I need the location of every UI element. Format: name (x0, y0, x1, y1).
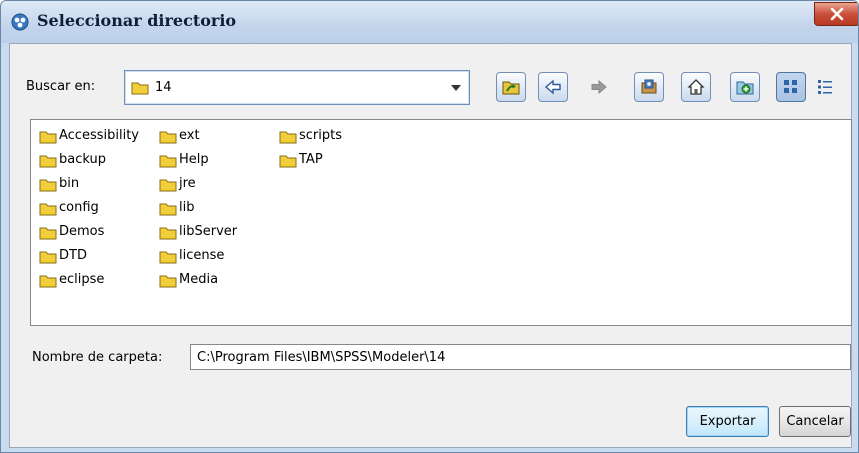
list-item-label: Demos (59, 224, 105, 239)
new-folder-icon (736, 81, 754, 95)
home-icon (687, 79, 705, 95)
forward-button[interactable] (584, 72, 614, 102)
folder-icon (159, 251, 177, 264)
list-item-label: bin (59, 176, 80, 191)
list-item-label: Help (179, 152, 209, 167)
list-item-label: config (59, 200, 99, 215)
window-title: Seleccionar directorio (37, 11, 237, 30)
cancel-button[interactable]: Cancelar (779, 406, 851, 437)
folder-icon (39, 179, 57, 192)
new-folder-button[interactable] (730, 72, 760, 102)
export-button[interactable]: Exportar (686, 406, 769, 437)
details-view-icon (818, 80, 832, 94)
folder-icon (159, 227, 177, 240)
close-icon (830, 7, 844, 21)
dialog-content: Buscar en: 14 Accessibility backup bin c… (9, 43, 852, 448)
folder-icon (279, 155, 297, 168)
folder-name-input[interactable] (190, 344, 851, 370)
folder-name-label: Nombre de carpeta: (32, 350, 162, 365)
folder-icon (159, 155, 177, 168)
details-view-button[interactable] (810, 72, 840, 102)
up-folder-button[interactable] (496, 72, 526, 102)
folder-icon (131, 82, 149, 95)
folder-icon (159, 179, 177, 192)
lookin-label: Buscar en: (26, 79, 96, 94)
close-button[interactable] (814, 2, 858, 26)
lookin-dropdown[interactable]: 14 (124, 70, 470, 105)
list-item-label: libServer (179, 224, 238, 239)
dialog-window: Seleccionar directorio Buscar en: 14 Acc… (0, 0, 859, 453)
folder-icon (279, 131, 297, 144)
list-item-label: lib (179, 200, 195, 215)
folder-icon (39, 131, 57, 144)
folder-icon (39, 275, 57, 288)
desktop-icon (641, 79, 657, 94)
list-item-label: Media (179, 272, 219, 287)
list-item-label: DTD (59, 248, 87, 263)
list-item-label: ext (179, 128, 200, 143)
folder-icon (39, 251, 57, 264)
lookin-value: 14 (155, 80, 172, 95)
list-item-label: license (179, 248, 225, 263)
folder-icon (39, 203, 57, 216)
folder-list[interactable]: Accessibility backup bin config Demos DTD ecli… (30, 119, 852, 326)
folder-icon (39, 227, 57, 240)
app-icon (11, 13, 31, 31)
list-item-label: backup (59, 152, 106, 167)
folder-icon (159, 275, 177, 288)
home-button[interactable] (681, 72, 711, 102)
arrow-right-icon (591, 79, 607, 95)
folder-icon (39, 155, 57, 168)
title-bar[interactable]: Seleccionar directorio (1, 1, 858, 43)
folder-name-label-text: Nombre de carpeta: (32, 350, 163, 365)
desktop-button[interactable] (634, 72, 664, 102)
up-folder-icon (502, 81, 520, 95)
list-view-icon (784, 80, 797, 93)
arrow-left-icon (544, 79, 561, 95)
list-item-label: TAP (299, 152, 323, 167)
list-view-button[interactable] (776, 72, 806, 102)
folder-icon (159, 131, 177, 144)
list-item-label: Accessibility (59, 128, 139, 143)
list-item-label: scripts (299, 128, 342, 143)
folder-icon (159, 203, 177, 216)
list-item-label: jre (179, 176, 196, 191)
back-button[interactable] (538, 72, 568, 102)
chevron-down-icon[interactable] (451, 85, 461, 91)
list-item-label: eclipse (59, 272, 105, 287)
